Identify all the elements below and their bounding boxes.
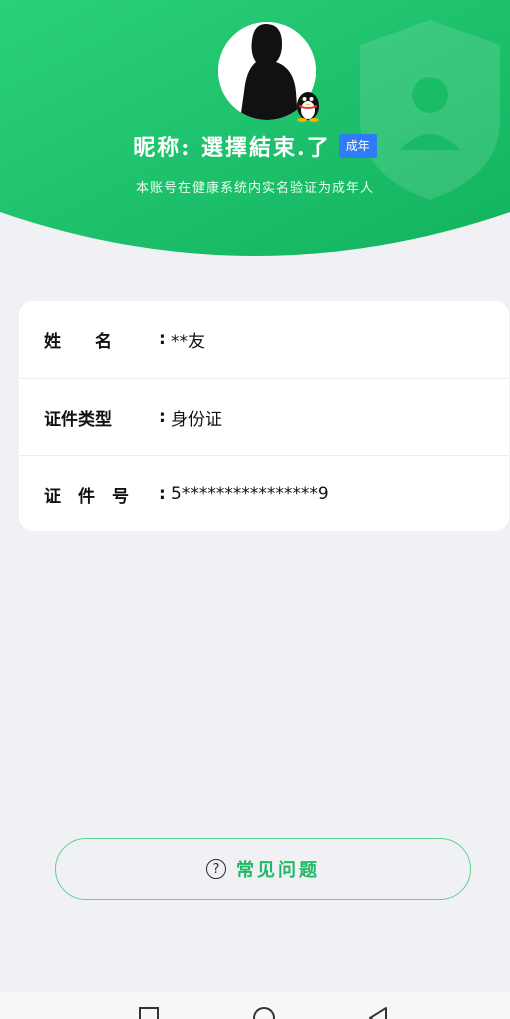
nickname: 昵称: 選擇結束.了 — [133, 135, 331, 161]
row-label: 姓 名 — [44, 331, 112, 352]
row-value: 5****************9 — [171, 484, 329, 504]
identity-card: 姓 名 : **友 证件类型 : 身份证 证 件 号 : 5**********… — [19, 301, 509, 531]
nav-back-icon[interactable] — [366, 1006, 390, 1019]
row-colon: : — [159, 329, 166, 349]
qq-penguin-icon — [297, 92, 319, 122]
question-icon: ? — [206, 859, 226, 879]
nickname-row: 昵称: 選擇結束.了 成年 — [0, 128, 510, 164]
info-row-id-type: 证件类型 : 身份证 — [19, 378, 509, 455]
system-nav-bar — [0, 992, 510, 1019]
info-row-id-number: 证 件 号 : 5****************9 — [19, 455, 509, 532]
nav-circle-icon[interactable] — [252, 1006, 276, 1019]
verify-note: 本账号在健康系统内实名验证为成年人 — [135, 181, 374, 196]
nav-square-icon[interactable] — [138, 1006, 160, 1019]
row-colon: : — [159, 407, 166, 427]
info-row-name: 姓 名 : **友 — [19, 301, 509, 377]
row-label: 证 件 号 — [44, 486, 129, 507]
row-value: **友 — [171, 331, 205, 352]
profile-header: 昵称: 選擇結束.了 成年 本账号在健康系统内实名验证为成年人 — [0, 0, 510, 268]
row-value: 身份证 — [171, 409, 222, 430]
faq-button[interactable]: ? 常见问题 — [55, 838, 471, 900]
row-colon: : — [159, 484, 166, 504]
age-badge: 成年 — [338, 134, 377, 158]
faq-label: 常见问题 — [236, 860, 320, 881]
row-label: 证件类型 — [44, 409, 112, 430]
